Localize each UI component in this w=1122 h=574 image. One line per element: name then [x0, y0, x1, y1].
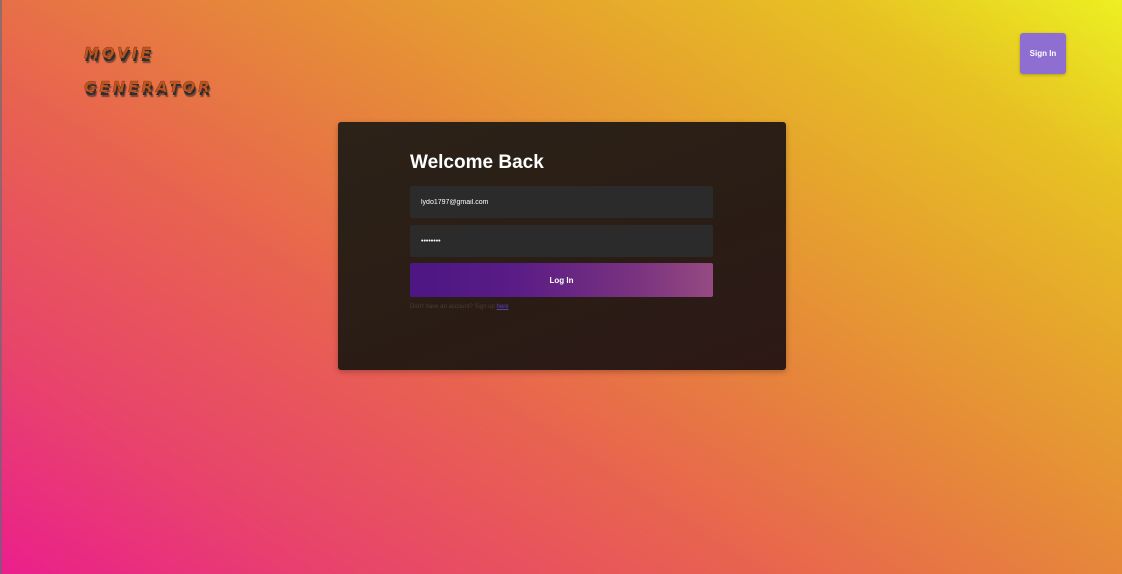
password-field[interactable] — [410, 225, 713, 257]
sign-in-button[interactable]: Sign In — [1020, 33, 1066, 74]
window-edge — [0, 0, 2, 574]
signup-link[interactable]: here — [497, 304, 509, 310]
login-page: { "header": { "logo_line1": "MOVIE", "lo… — [0, 0, 1122, 574]
email-field[interactable] — [410, 186, 713, 218]
signup-prompt: Don't have an account? Sign up here — [410, 304, 509, 310]
logo-line-2: GENERATOR — [84, 78, 213, 96]
login-card: Welcome Back Log In Don't have an accoun… — [338, 122, 786, 370]
login-button[interactable]: Log In — [410, 263, 713, 297]
signup-prompt-text: Don't have an account? Sign up — [410, 304, 497, 310]
logo[interactable]: MOVIE GENERATOR — [84, 36, 224, 104]
logo-line-1: MOVIE — [84, 44, 154, 62]
login-title: Welcome Back — [410, 152, 544, 173]
